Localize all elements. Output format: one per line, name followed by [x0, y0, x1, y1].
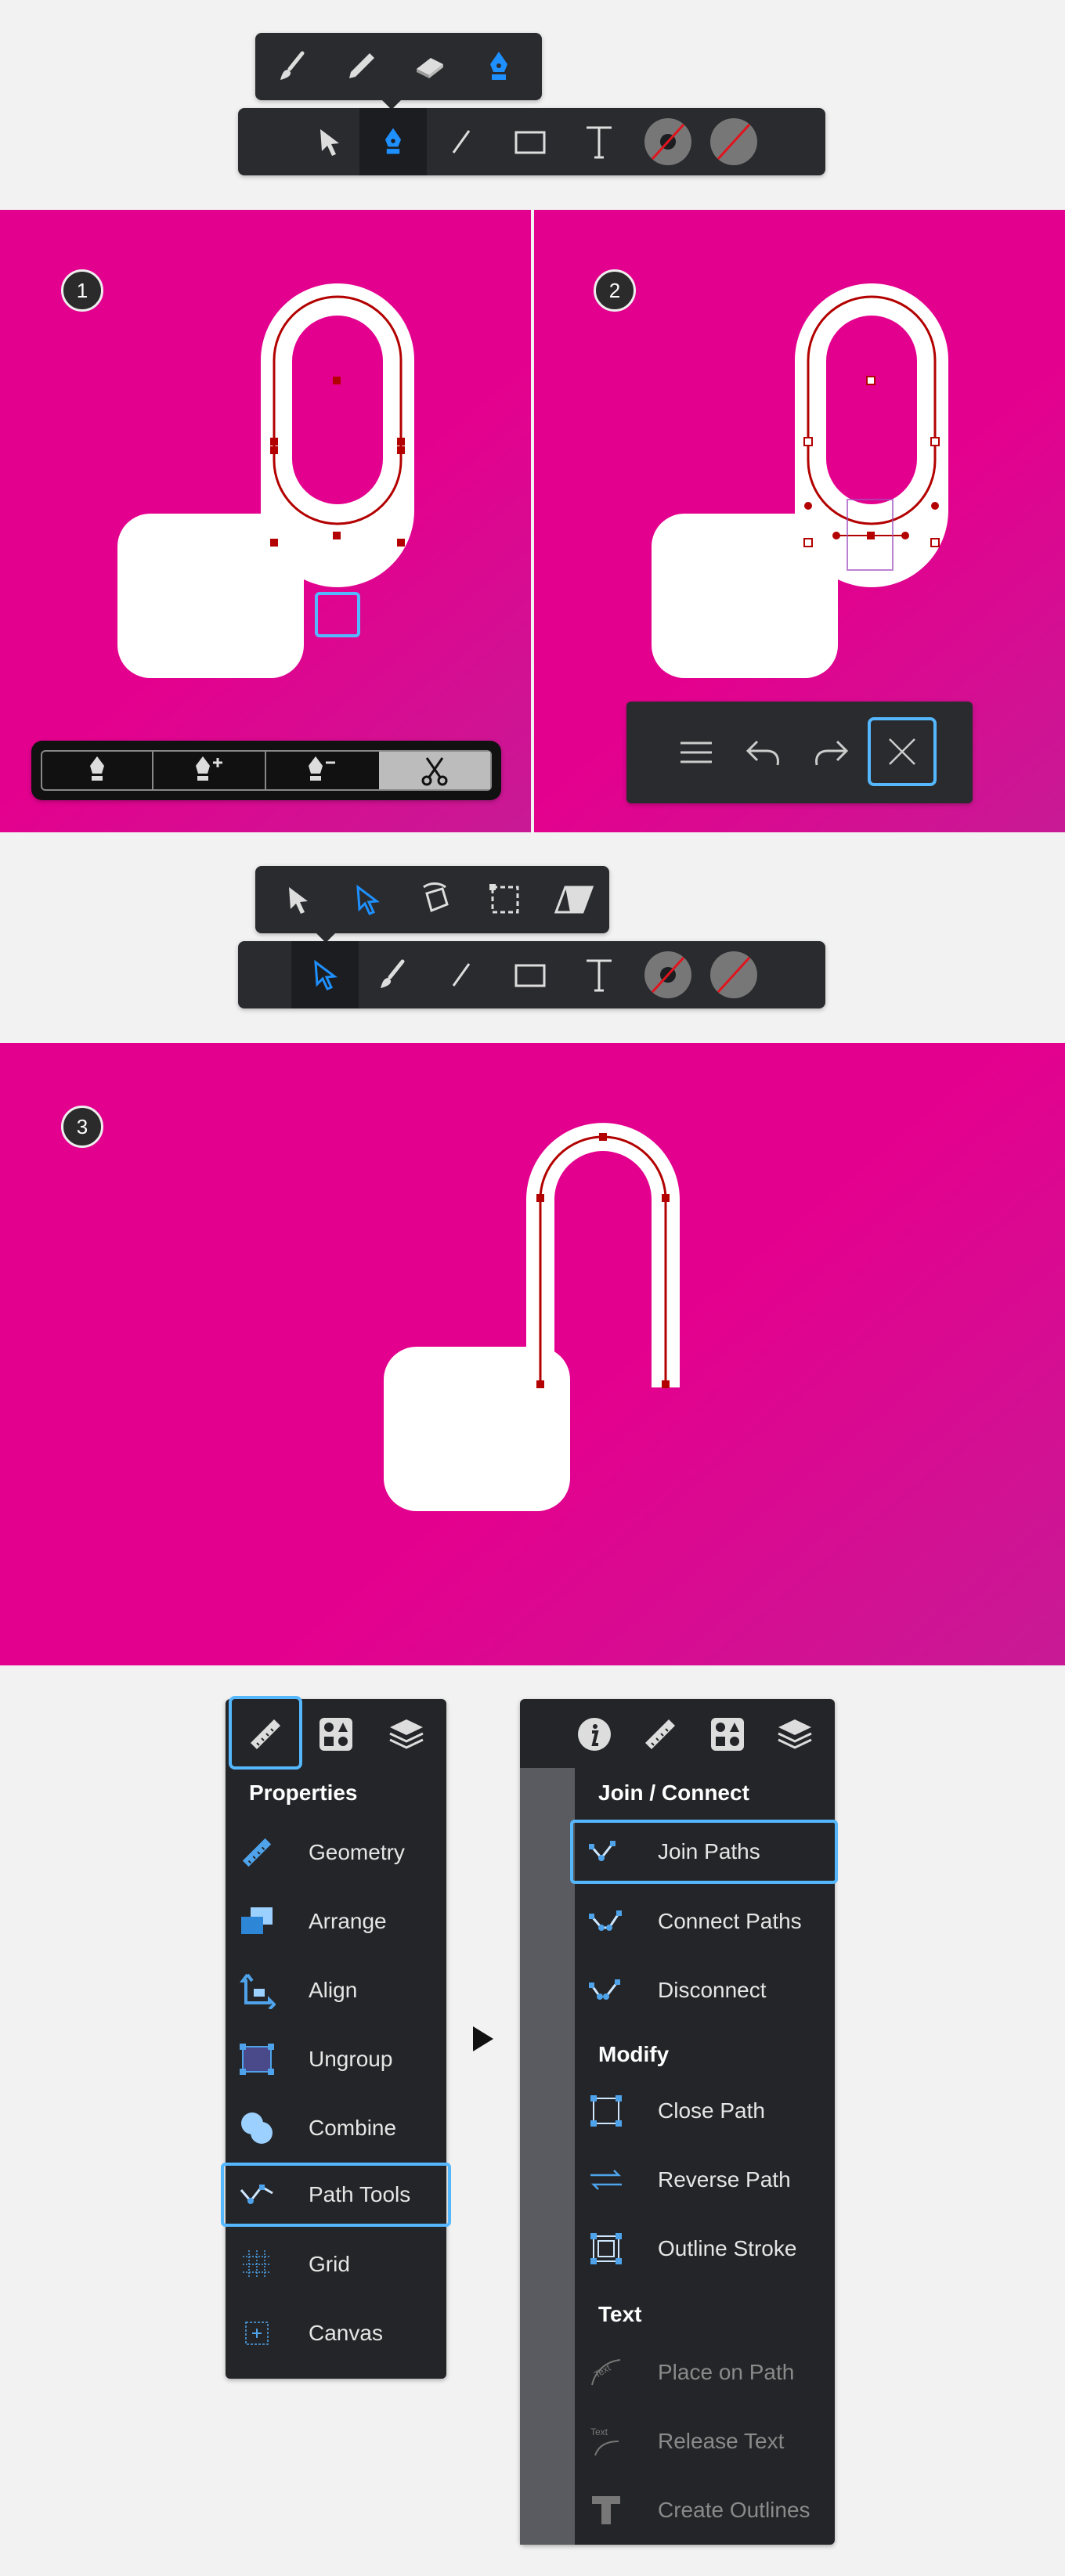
menu-icon[interactable]: [669, 728, 724, 777]
lock-artwork: [117, 283, 414, 678]
place-on-path-icon: Text: [575, 2355, 637, 2390]
skew-icon[interactable]: [540, 866, 608, 933]
node-tool-active[interactable]: [291, 941, 359, 1008]
next-arrow-icon: [473, 2026, 493, 2051]
menu-item-grid[interactable]: Grid: [226, 2236, 446, 2293]
combine-icon: [226, 2109, 288, 2147]
path-tools-menu: Join / Connect Join Paths Connect Paths …: [520, 1699, 838, 2545]
close-path-icon: [575, 2094, 637, 2128]
properties-menu: Properties Geometry Arrange Align Ungrou…: [221, 1696, 451, 2379]
pen-tool-active[interactable]: [359, 108, 427, 175]
move-icon[interactable]: [296, 108, 363, 175]
outline-stroke-icon: [575, 2231, 637, 2266]
pen-options-bar: [31, 741, 501, 800]
canvas-step-1: 1: [0, 210, 531, 832]
edit-actions-bar: [626, 702, 973, 803]
text-icon[interactable]: [565, 108, 633, 175]
menu-item-join-paths[interactable]: Join Paths: [575, 1824, 835, 1880]
pencil-icon[interactable]: [327, 33, 395, 100]
menu-item-align[interactable]: Align: [226, 1962, 446, 2019]
stroke-icon[interactable]: [634, 941, 702, 1008]
rectangle-icon[interactable]: [496, 941, 564, 1008]
canvas-icon: [226, 2316, 288, 2351]
canvas-step-3: 3: [0, 1043, 1065, 1665]
back-strip[interactable]: [520, 1768, 575, 2545]
ruler-tab-icon[interactable]: [233, 1707, 298, 1762]
menu-item-combine[interactable]: Combine: [226, 2100, 446, 2156]
svg-text:Text: Text: [592, 2362, 613, 2380]
tool-popover-1: [255, 33, 542, 100]
menu-item-close-path[interactable]: Close Path: [575, 2083, 835, 2139]
menu-item-disconnect[interactable]: Disconnect: [575, 1962, 835, 2019]
fill-icon[interactable]: [700, 108, 767, 175]
main-toolbar-2: [238, 941, 825, 1008]
line-icon[interactable]: [428, 941, 495, 1008]
brush-icon[interactable]: [258, 33, 326, 100]
menu-item-place-on-path: Text Place on Path: [575, 2344, 835, 2401]
section-text: Text: [598, 2302, 642, 2326]
pen-icon[interactable]: [42, 752, 153, 789]
main-toolbar-1: [238, 108, 825, 175]
arrange-icon: [226, 1904, 288, 1939]
ruler-icon: [226, 1835, 288, 1870]
menu-item-arrange[interactable]: Arrange: [226, 1893, 446, 1950]
canvas-step-2: 2: [534, 210, 1065, 832]
close-button[interactable]: [868, 717, 937, 786]
ruler-tab-icon[interactable]: [628, 1707, 692, 1762]
line-icon[interactable]: [428, 108, 495, 175]
release-text-icon: Text: [575, 2424, 637, 2459]
menu-item-outline-stroke[interactable]: Outline Stroke: [575, 2221, 835, 2277]
layers-tab-icon[interactable]: [374, 1707, 439, 1762]
undo-icon[interactable]: [736, 728, 791, 777]
align-icon: [226, 1972, 288, 2009]
add-anchor-icon[interactable]: [153, 752, 266, 789]
text-icon[interactable]: [565, 941, 633, 1008]
eraser-icon[interactable]: [396, 33, 464, 100]
path-tools-icon: [226, 2179, 288, 2210]
delete-anchor-icon[interactable]: [266, 752, 377, 789]
pen-icon: [384, 128, 402, 154]
layers-tab-icon[interactable]: [763, 1707, 827, 1762]
rectangle-icon[interactable]: [496, 108, 564, 175]
redo-icon[interactable]: [803, 728, 858, 777]
menu-item-connect-paths[interactable]: Connect Paths: [575, 1893, 835, 1950]
reverse-path-icon: [575, 2166, 637, 2194]
menu-item-release-text: Text Release Text: [575, 2413, 835, 2470]
pen-icon[interactable]: [465, 33, 532, 100]
menu-item-reverse-path[interactable]: Reverse Path: [575, 2152, 835, 2208]
info-tab-icon[interactable]: [562, 1707, 626, 1762]
menu-item-create-outlines: Create Outlines: [575, 2482, 835, 2538]
stroke-icon[interactable]: [634, 108, 702, 175]
menu-item-path-tools[interactable]: Path Tools: [226, 2167, 446, 2223]
tool-popover-2: [255, 866, 609, 933]
menu-item-geometry[interactable]: Geometry: [226, 1824, 446, 1881]
scissors-icon[interactable]: [379, 752, 490, 789]
open-lock-artwork: [384, 1123, 680, 1511]
properties-heading: Properties: [249, 1780, 358, 1805]
section-modify: Modify: [598, 2042, 670, 2066]
disconnect-icon: [575, 1975, 637, 2006]
connect-paths-icon: [575, 1906, 637, 1937]
join-paths-icon: [575, 1836, 637, 1867]
node-icon: [314, 959, 338, 990]
close-icon: [889, 738, 915, 765]
create-outlines-icon: [575, 2493, 637, 2527]
section-join-connect: Join / Connect: [598, 1780, 749, 1805]
transform-icon[interactable]: [471, 866, 539, 933]
shapes-tab-icon[interactable]: [304, 1707, 368, 1762]
brush-icon[interactable]: [359, 941, 426, 1008]
grid-icon: [226, 2247, 288, 2282]
menu-item-ungroup[interactable]: Ungroup: [226, 2031, 446, 2087]
menu-item-canvas[interactable]: Canvas: [226, 2305, 446, 2361]
move-icon[interactable]: [265, 866, 332, 933]
node-icon[interactable]: [334, 866, 401, 933]
ungroup-icon: [226, 2042, 288, 2076]
shapes-tab-icon[interactable]: [695, 1707, 760, 1762]
svg-text:Text: Text: [590, 2426, 608, 2437]
fill-icon[interactable]: [700, 941, 767, 1008]
selected-node-highlight: [315, 592, 360, 637]
rotate-icon[interactable]: [403, 866, 470, 933]
